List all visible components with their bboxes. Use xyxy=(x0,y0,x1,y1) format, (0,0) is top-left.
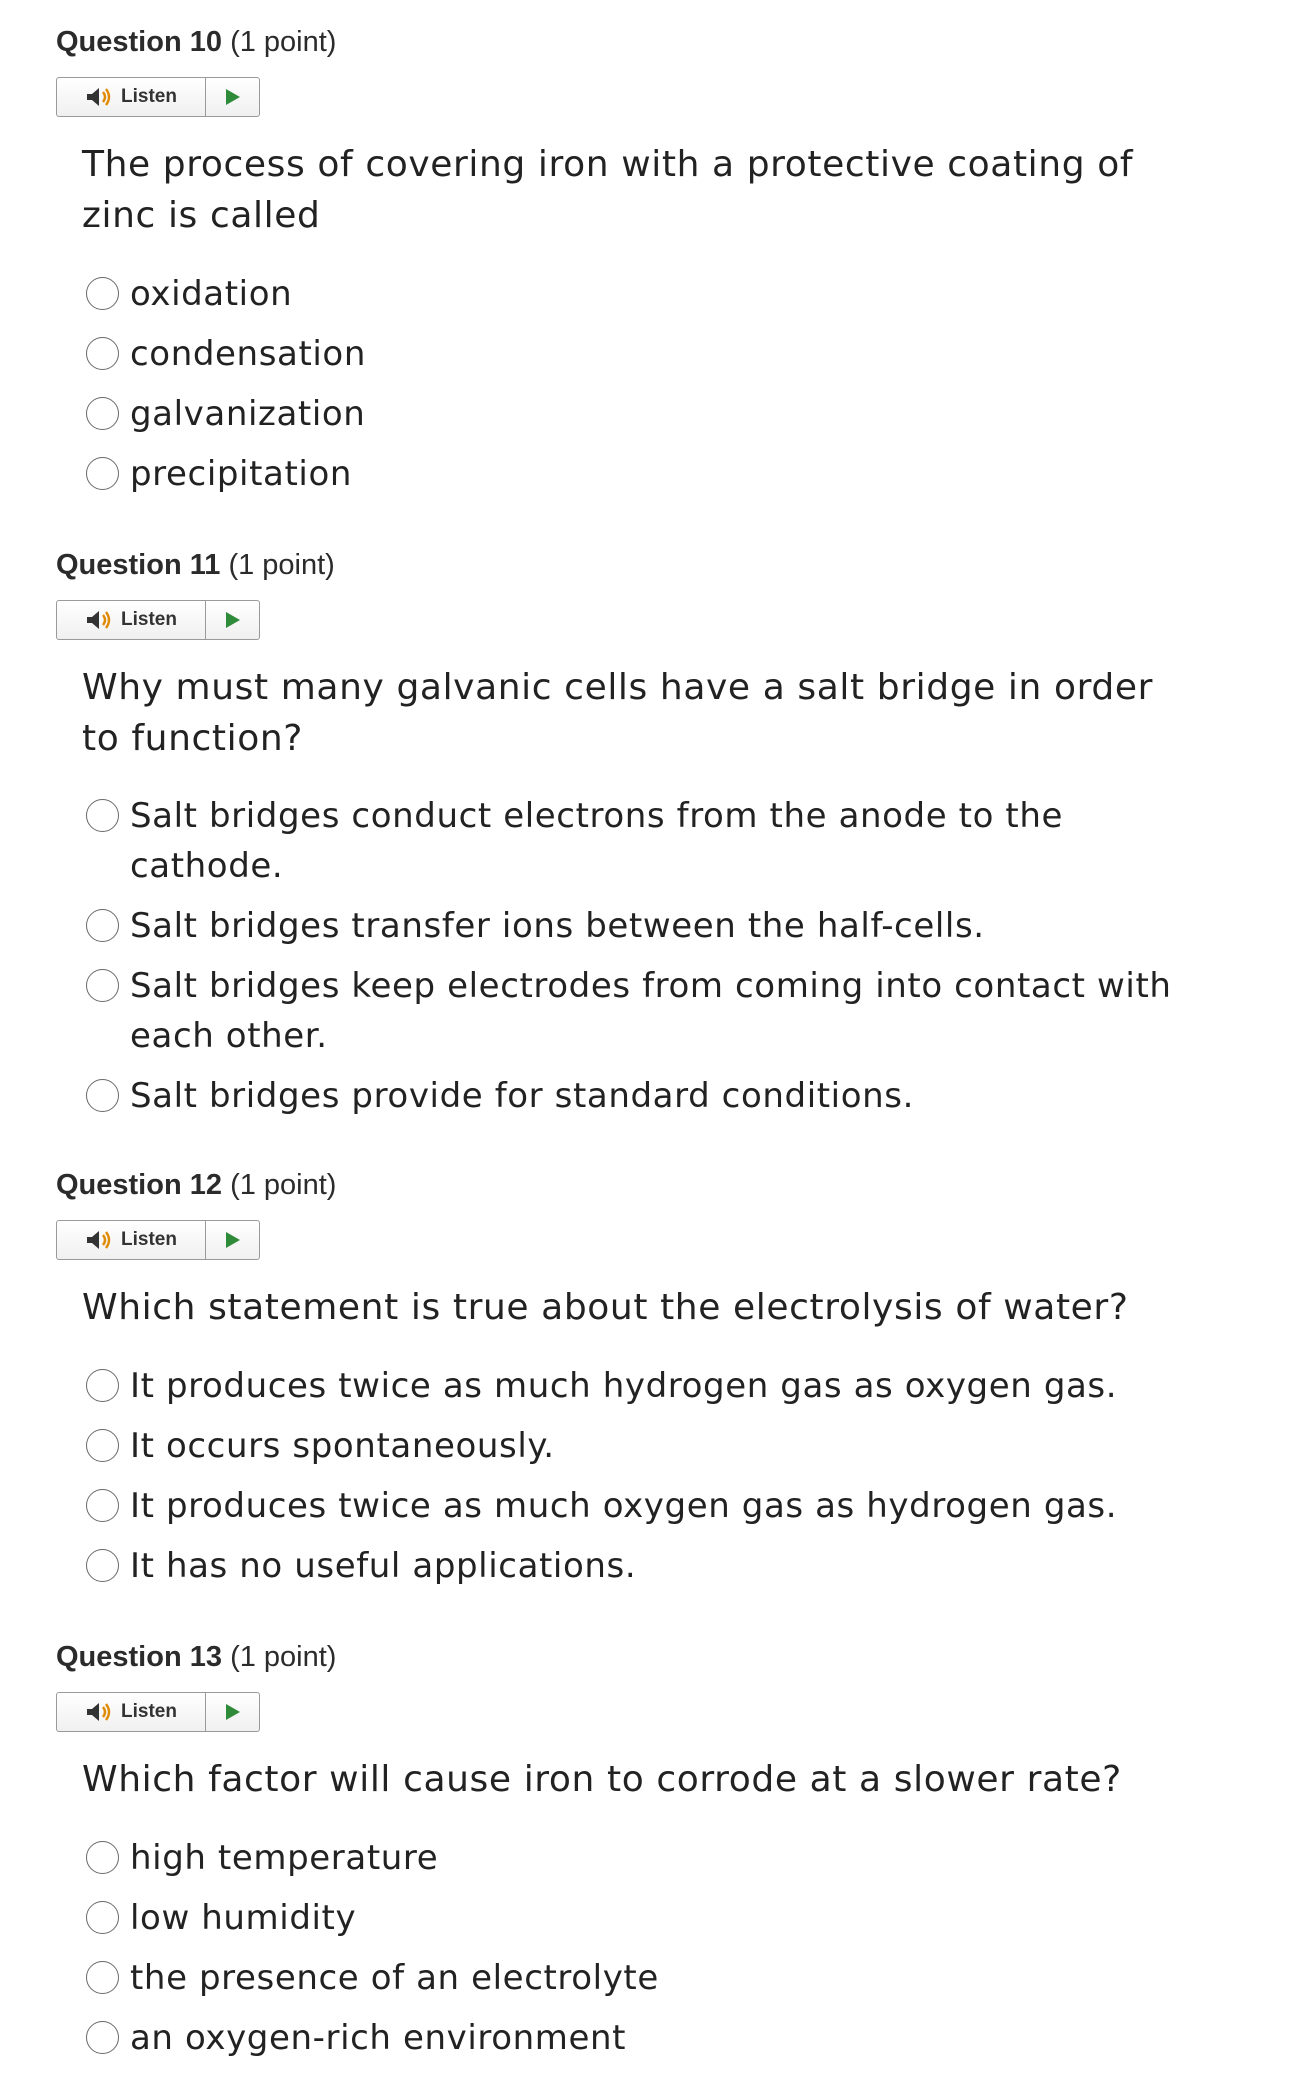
radio-button[interactable] xyxy=(86,1429,119,1462)
question-number: Question 10 xyxy=(56,26,222,58)
listen-button[interactable]: Listen xyxy=(57,601,206,639)
question-points: (1 point) xyxy=(230,1169,337,1201)
play-icon xyxy=(225,612,240,628)
question-number: Question 11 xyxy=(56,549,221,581)
answer-options: oxidation condensation galvanization pre… xyxy=(86,269,1206,509)
listen-label: Listen xyxy=(121,1229,177,1250)
answer-option[interactable]: condensation xyxy=(86,329,1206,379)
speaker-icon xyxy=(87,88,111,106)
radio-button[interactable] xyxy=(86,337,119,370)
answer-label: It occurs spontaneously. xyxy=(130,1426,555,1466)
play-button[interactable] xyxy=(206,78,259,116)
question-points: (1 point) xyxy=(230,1641,337,1673)
radio-button[interactable] xyxy=(86,969,119,1002)
question-points: (1 point) xyxy=(230,26,337,58)
play-button[interactable] xyxy=(206,1221,259,1259)
answer-option[interactable]: It has no useful applications. xyxy=(86,1541,1206,1591)
answer-options: It produces twice as much hydrogen gas a… xyxy=(86,1361,1206,1601)
answer-label: high temperature xyxy=(130,1838,439,1878)
radio-button[interactable] xyxy=(86,457,119,490)
answer-option[interactable]: Salt bridges transfer ions between the h… xyxy=(86,901,1206,951)
speaker-icon xyxy=(87,1703,111,1721)
answer-option[interactable]: low humidity xyxy=(86,1893,1206,1943)
answer-label: galvanization xyxy=(130,394,366,434)
question-text: Which statement is true about the electr… xyxy=(82,1287,1129,1328)
answer-label: Salt bridges transfer ions between the h… xyxy=(130,906,985,946)
answer-label: It produces twice as much hydrogen gas a… xyxy=(130,1366,1118,1406)
answer-option[interactable]: an oxygen-rich environment xyxy=(86,2013,1206,2063)
answer-option[interactable]: high temperature xyxy=(86,1833,1206,1883)
listen-widget: Listen xyxy=(56,1220,260,1260)
radio-button[interactable] xyxy=(86,1079,119,1112)
radio-button[interactable] xyxy=(86,1961,119,1994)
play-icon xyxy=(225,1232,240,1248)
answer-option[interactable]: It occurs spontaneously. xyxy=(86,1421,1206,1471)
answer-option[interactable]: galvanization xyxy=(86,389,1206,439)
listen-button[interactable]: Listen xyxy=(57,1221,206,1259)
answer-option[interactable]: oxidation xyxy=(86,269,1206,319)
radio-button[interactable] xyxy=(86,1549,119,1582)
answer-label: precipitation xyxy=(130,454,352,494)
speaker-icon xyxy=(87,611,111,629)
play-icon xyxy=(225,89,240,105)
answer-option[interactable]: Salt bridges conduct electrons from the … xyxy=(86,791,1206,891)
question-text: Which factor will cause iron to corrode … xyxy=(82,1759,1122,1800)
answer-label: low humidity xyxy=(130,1898,357,1938)
radio-button[interactable] xyxy=(86,277,119,310)
radio-button[interactable] xyxy=(86,397,119,430)
radio-button[interactable] xyxy=(86,909,119,942)
listen-widget: Listen xyxy=(56,1692,260,1732)
answer-label: an oxygen-rich environment xyxy=(130,2018,627,2058)
question-header: Question 12 (1 point) xyxy=(56,1169,336,1202)
listen-widget: Listen xyxy=(56,77,260,117)
answer-option[interactable]: Salt bridges keep electrodes from coming… xyxy=(86,961,1206,1061)
answer-option[interactable]: Salt bridges provide for standard condit… xyxy=(86,1071,1206,1121)
question-text: The process of covering iron with a prot… xyxy=(82,144,1134,236)
radio-button[interactable] xyxy=(86,2021,119,2054)
play-icon xyxy=(225,1704,240,1720)
question-header: Question 13 (1 point) xyxy=(56,1641,336,1674)
speaker-icon xyxy=(87,1231,111,1249)
radio-button[interactable] xyxy=(86,1901,119,1934)
radio-button[interactable] xyxy=(86,1489,119,1522)
answer-option[interactable]: It produces twice as much oxygen gas as … xyxy=(86,1481,1206,1531)
answer-option[interactable]: precipitation xyxy=(86,449,1206,499)
listen-label: Listen xyxy=(121,86,177,107)
radio-button[interactable] xyxy=(86,799,119,832)
listen-label: Listen xyxy=(121,1701,177,1722)
answer-options: high temperature low humidity the presen… xyxy=(86,1833,1206,2073)
listen-button[interactable]: Listen xyxy=(57,1693,206,1731)
listen-button[interactable]: Listen xyxy=(57,78,206,116)
radio-button[interactable] xyxy=(86,1369,119,1402)
answer-option[interactable]: the presence of an electrolyte xyxy=(86,1953,1206,2003)
answer-label: Salt bridges keep electrodes from coming… xyxy=(130,966,1172,1056)
listen-widget: Listen xyxy=(56,600,260,640)
question-points: (1 point) xyxy=(228,549,335,581)
answer-options: Salt bridges conduct electrons from the … xyxy=(86,791,1206,1131)
answer-label: oxidation xyxy=(130,274,293,314)
play-button[interactable] xyxy=(206,601,259,639)
answer-label: It has no useful applications. xyxy=(130,1546,637,1586)
answer-label: the presence of an electrolyte xyxy=(130,1958,659,1998)
play-button[interactable] xyxy=(206,1693,259,1731)
radio-button[interactable] xyxy=(86,1841,119,1874)
question-text: Why must many galvanic cells have a salt… xyxy=(82,667,1153,759)
question-header: Question 10 (1 point) xyxy=(56,26,336,59)
answer-option[interactable]: It produces twice as much hydrogen gas a… xyxy=(86,1361,1206,1411)
answer-label: Salt bridges provide for standard condit… xyxy=(130,1076,914,1116)
answer-label: It produces twice as much oxygen gas as … xyxy=(130,1486,1118,1526)
question-header: Question 11 (1 point) xyxy=(56,549,335,582)
question-number: Question 12 xyxy=(56,1169,222,1201)
listen-label: Listen xyxy=(121,609,177,630)
question-number: Question 13 xyxy=(56,1641,222,1673)
answer-label: condensation xyxy=(130,334,366,374)
answer-label: Salt bridges conduct electrons from the … xyxy=(130,796,1063,886)
